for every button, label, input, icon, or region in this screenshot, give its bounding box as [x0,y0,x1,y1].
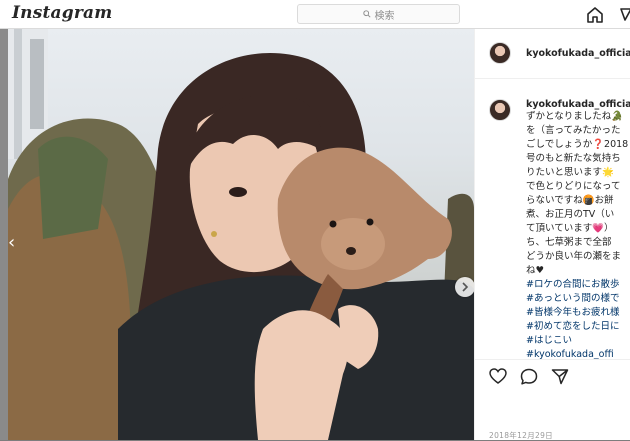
hashtag-link[interactable]: #はじこい [526,335,572,347]
direct-icon[interactable] [620,6,630,23]
caption-line: を（言ってみたかった [526,125,621,136]
post-username[interactable]: kyokofukada_official [526,48,630,59]
post-date: 2018年12月29日 [489,431,553,440]
caption-line: て頂いています💗） [526,223,614,234]
caption-line: ごしでしょうか❓2018 [526,139,629,150]
post-header: kyokofukada_official [475,29,630,79]
caption-line: 煮、お正月のTV（い [526,209,615,220]
search-placeholder: 検索 [374,10,395,22]
caption-line: ずかとなりましたね🐊 [526,111,624,122]
caption-line: どうか良い年の瀬をま [526,251,622,262]
search-input[interactable]: 検索 [297,4,460,24]
post-photo[interactable]: ‹ [8,29,474,440]
caption-line: ね♥ [526,265,545,276]
avatar[interactable] [489,42,511,64]
home-icon[interactable] [586,6,604,23]
hashtag-link[interactable]: #皆様今年もお疲れ様 [526,307,619,319]
post-actions: 2018年12月29日 [475,359,630,440]
chevron-right-icon [462,282,469,292]
chevron-left-icon[interactable]: ‹ [8,233,18,253]
search-icon [362,10,371,18]
heart-icon[interactable] [489,368,507,385]
top-navigation-bar: Instagram 検索 [0,0,630,29]
caption-line: 号のもと新たな気持ち [526,153,621,164]
hashtag-link[interactable]: #あっという間の様で [526,293,619,305]
caption: ずかとなりましたね🐊 を（言ってみたかった ごしでしょうか❓2018 号のもと新… [475,95,630,391]
hashtag-link[interactable]: #ロケの合間にお散歩 [526,279,619,291]
send-icon[interactable] [551,368,569,385]
caption-line: りたいと思います🌟 [526,167,614,178]
hashtag-link[interactable]: #初めて恋をした日に [526,321,619,333]
caption-line: で色とりどりになって [526,181,621,192]
caption-line: ち、七草粥まで全部 [526,237,612,248]
caption-line: らないですね🍘お餅 [526,195,614,206]
instagram-logo[interactable]: Instagram [12,3,112,23]
photo-illustration [8,29,474,440]
next-photo-button[interactable] [455,277,474,297]
post-side-panel: kyokofukada_official kyokofukada_officia… [474,29,630,440]
comment-icon[interactable] [520,368,538,385]
